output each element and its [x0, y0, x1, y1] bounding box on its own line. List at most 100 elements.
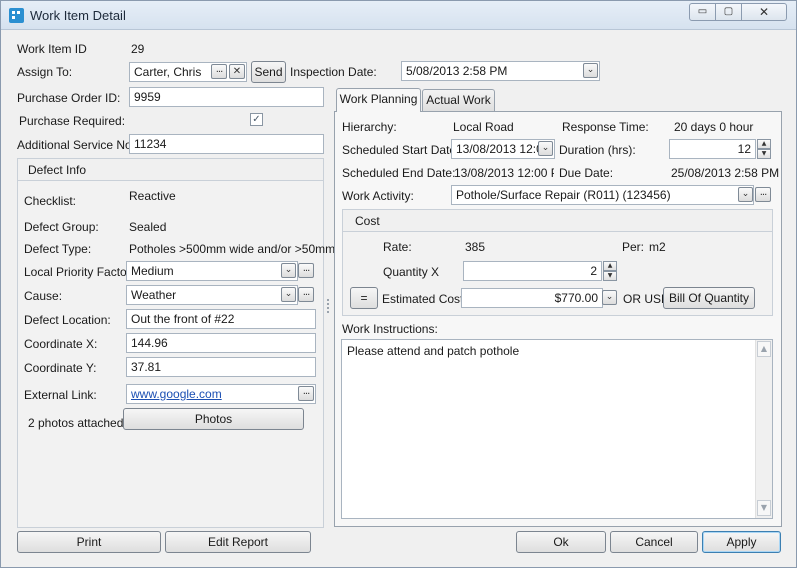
purchase-required-checkbox[interactable]: ✓: [250, 113, 263, 126]
tab-work-planning[interactable]: Work Planning: [336, 88, 421, 112]
external-link-label: External Link:: [24, 388, 97, 402]
bill-of-quantity-button[interactable]: Bill Of Quantity: [663, 287, 755, 309]
checklist-value: Reactive: [129, 189, 176, 203]
local-priority-label: Local Priority Factor:: [24, 265, 135, 279]
work-instructions-scrollbar[interactable]: ▲ ▼: [755, 340, 772, 518]
assign-to-value: Carter, Chris: [134, 65, 202, 79]
due-date-label: Due Date:: [559, 166, 614, 180]
coordinate-x-field[interactable]: 144.96: [126, 333, 316, 353]
local-priority-value: Medium: [131, 264, 174, 278]
send-button[interactable]: Send: [251, 61, 286, 83]
external-link-field[interactable]: www.google.com: [126, 384, 316, 404]
work-activity-select[interactable]: Pothole/Surface Repair (R011) (123456): [451, 185, 754, 205]
duration-down-icon[interactable]: ▼: [757, 149, 771, 159]
cancel-button[interactable]: Cancel: [610, 531, 698, 553]
work-item-id-value: 29: [131, 42, 145, 56]
coordinate-y-value: 37.81: [131, 360, 162, 374]
quantity-label: Quantity X: [383, 265, 440, 279]
work-activity-dropdown-icon[interactable]: ⌄: [738, 187, 753, 202]
sched-end-value: 13/08/2013 12:00 PM: [454, 166, 554, 180]
purchase-order-label: Purchase Order ID:: [17, 91, 121, 105]
defect-type-label: Defect Type:: [24, 242, 92, 256]
defect-location-field[interactable]: Out the front of #22: [126, 309, 316, 329]
external-link-browse-icon[interactable]: ...: [298, 386, 314, 401]
assign-to-clear-icon[interactable]: ✕: [229, 64, 245, 79]
print-button[interactable]: Print: [17, 531, 161, 553]
per-label: Per:: [622, 240, 645, 254]
due-date-value: 25/08/2013 2:58 PM: [671, 166, 780, 180]
coordinate-x-value: 144.96: [131, 336, 168, 350]
assign-to-browse-icon[interactable]: ...: [211, 64, 227, 79]
work-instructions-label: Work Instructions:: [342, 322, 438, 336]
local-priority-browse-icon[interactable]: ...: [298, 263, 314, 278]
estimated-cost-label: Estimated Cost:: [382, 292, 467, 306]
defect-location-label: Defect Location:: [24, 313, 111, 327]
scroll-up-icon[interactable]: ▲: [757, 341, 771, 357]
rate-label: Rate:: [383, 240, 412, 254]
purchase-order-value: 9959: [134, 90, 161, 104]
estimated-cost-field[interactable]: $770.00: [461, 288, 603, 308]
inspection-date-field[interactable]: 5/08/2013 2:58 PM: [401, 61, 600, 81]
equals-button[interactable]: =: [350, 287, 378, 309]
defect-group-label: Defect Group:: [24, 220, 99, 234]
duration-field[interactable]: 12: [669, 139, 756, 159]
cause-browse-icon[interactable]: ...: [298, 287, 314, 302]
hierarchy-value: Local Road: [453, 120, 514, 134]
local-priority-select[interactable]: Medium: [126, 261, 298, 281]
purchase-required-label: Purchase Required:: [19, 114, 126, 128]
estimated-cost-dropdown-icon[interactable]: ⌄: [602, 290, 617, 305]
quantity-up-icon[interactable]: ▲: [603, 261, 617, 271]
cost-title: Cost: [355, 214, 380, 228]
duration-up-icon[interactable]: ▲: [757, 139, 771, 149]
minimize-button[interactable]: ▭: [689, 3, 716, 21]
duration-value: 12: [737, 142, 751, 156]
photos-button[interactable]: Photos: [123, 408, 304, 430]
defect-info-title: Defect Info: [28, 163, 87, 177]
local-priority-dropdown-icon[interactable]: ⌄: [281, 263, 296, 278]
sched-start-value: 13/08/2013 12:0: [456, 142, 543, 156]
tab-actual-work[interactable]: Actual Work: [422, 89, 495, 112]
quantity-field[interactable]: 2: [463, 261, 602, 281]
sched-start-dropdown-icon[interactable]: ⌄: [538, 141, 553, 156]
duration-spinner[interactable]: ▲ ▼: [757, 139, 771, 159]
assign-to-label: Assign To:: [17, 65, 73, 79]
splitter-grip[interactable]: [327, 299, 330, 315]
coordinate-y-label: Coordinate Y:: [24, 361, 97, 375]
apply-button[interactable]: Apply: [702, 531, 781, 553]
cause-label: Cause:: [24, 289, 63, 303]
inspection-date-dropdown-icon[interactable]: ⌄: [583, 63, 598, 78]
defect-group-value: Sealed: [129, 220, 167, 234]
coordinate-x-label: Coordinate X:: [24, 337, 98, 351]
cause-select[interactable]: Weather: [126, 285, 298, 305]
work-activity-label: Work Activity:: [342, 189, 414, 203]
inspection-date-value: 5/08/2013 2:58 PM: [406, 64, 508, 78]
work-activity-browse-icon[interactable]: ...: [755, 187, 771, 202]
title-bar: Work Item Detail ▭ ▢ ✕: [1, 1, 796, 30]
quantity-spinner[interactable]: ▲ ▼: [603, 261, 617, 281]
inspection-date-label: Inspection Date:: [290, 65, 377, 79]
edit-report-button[interactable]: Edit Report: [165, 531, 311, 553]
app-icon: [9, 8, 24, 23]
hierarchy-label: Hierarchy:: [342, 120, 397, 134]
work-item-id-label: Work Item ID: [17, 42, 87, 56]
sched-end-label: Scheduled End Date:: [342, 166, 456, 180]
response-time-value: 20 days 0 hour: [674, 120, 754, 134]
purchase-order-field[interactable]: 9959: [129, 87, 324, 107]
quantity-down-icon[interactable]: ▼: [603, 271, 617, 281]
maximize-button[interactable]: ▢: [715, 3, 742, 21]
close-button[interactable]: ✕: [741, 3, 787, 21]
cost-header: Cost: [343, 210, 772, 232]
external-link-value[interactable]: www.google.com: [131, 387, 222, 401]
coordinate-y-field[interactable]: 37.81: [126, 357, 316, 377]
cause-dropdown-icon[interactable]: ⌄: [281, 287, 296, 302]
additional-service-value: 11234: [134, 137, 167, 151]
additional-service-field[interactable]: 11234: [129, 134, 324, 154]
ok-button[interactable]: Ok: [516, 531, 606, 553]
response-time-label: Response Time:: [562, 120, 649, 134]
sched-start-label: Scheduled Start Date:: [342, 143, 460, 157]
work-instructions-textarea[interactable]: Please attend and patch pothole: [341, 339, 773, 519]
scroll-down-icon[interactable]: ▼: [757, 500, 771, 516]
defect-type-value: Potholes >500mm wide and/or >50mm: [129, 242, 336, 256]
work-activity-value: Pothole/Surface Repair (R011) (123456): [456, 188, 671, 202]
defect-info-header: Defect Info: [18, 159, 323, 181]
